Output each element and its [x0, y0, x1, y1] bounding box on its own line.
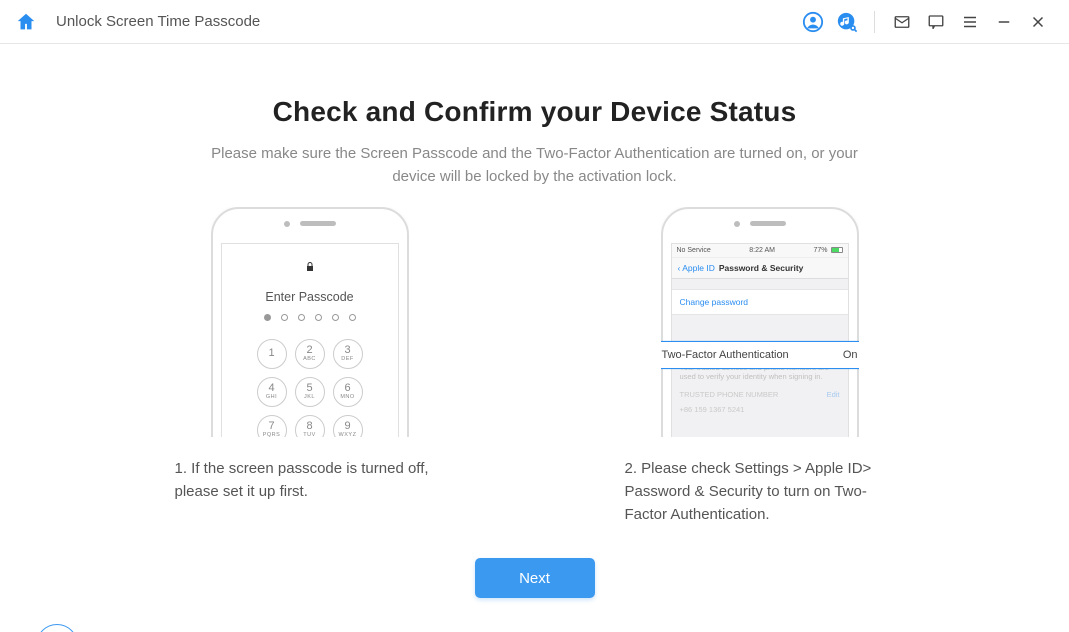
- battery-icon: [831, 247, 843, 253]
- page-title: Unlock Screen Time Passcode: [56, 13, 260, 30]
- passcode-dots: [222, 314, 398, 321]
- trusted-edit: Edit: [827, 390, 840, 399]
- column-twofactor: No Service 8:22 AM 77% ‹ Apple ID Passwo…: [625, 207, 895, 527]
- minimize-icon[interactable]: [993, 11, 1015, 33]
- status-time: 8:22 AM: [749, 247, 775, 254]
- mail-icon[interactable]: [891, 11, 913, 33]
- next-button[interactable]: Next: [475, 558, 595, 598]
- change-password-row: Change password: [672, 289, 848, 315]
- main-content: Check and Confirm your Device Status Ple…: [0, 96, 1069, 632]
- menu-icon[interactable]: [959, 11, 981, 33]
- column-passcode: Enter Passcode 1 2ABC 3DEF 4GHI 5JKL 6MN…: [175, 207, 445, 527]
- nav-title: Password & Security: [719, 263, 804, 273]
- main-subheading: Please make sure the Screen Passcode and…: [195, 142, 875, 189]
- music-search-icon[interactable]: [836, 11, 858, 33]
- phone-twofactor-illustration: No Service 8:22 AM 77% ‹ Apple ID Passwo…: [661, 207, 859, 437]
- account-icon[interactable]: [802, 11, 824, 33]
- two-factor-highlight: Two-Factor Authentication On: [661, 341, 859, 369]
- home-icon[interactable]: [14, 10, 38, 34]
- two-factor-state: On: [843, 349, 858, 361]
- nav-back: ‹ Apple ID: [678, 263, 715, 273]
- trusted-header: TRUSTED PHONE NUMBER: [680, 390, 779, 399]
- caption-passcode: 1. If the screen passcode is turned off,…: [175, 457, 445, 504]
- trusted-number: +86 159 1367 5241: [680, 405, 745, 414]
- header-divider: [874, 11, 875, 33]
- close-icon[interactable]: [1027, 11, 1049, 33]
- two-factor-label: Two-Factor Authentication: [662, 349, 789, 361]
- caption-twofactor: 2. Please check Settings > Apple ID> Pas…: [625, 457, 895, 527]
- status-battery-pct: 77%: [813, 247, 827, 254]
- back-button[interactable]: [36, 624, 78, 632]
- feedback-icon[interactable]: [925, 11, 947, 33]
- main-heading: Check and Confirm your Device Status: [0, 96, 1069, 128]
- lock-icon: [222, 260, 398, 276]
- header-bar: Unlock Screen Time Passcode: [0, 0, 1069, 44]
- phone-passcode-illustration: Enter Passcode 1 2ABC 3DEF 4GHI 5JKL 6MN…: [211, 207, 409, 437]
- enter-passcode-label: Enter Passcode: [222, 290, 398, 304]
- keypad: 1 2ABC 3DEF 4GHI 5JKL 6MNO 7PQRS 8TUV 9W…: [222, 339, 398, 437]
- status-carrier: No Service: [677, 247, 711, 254]
